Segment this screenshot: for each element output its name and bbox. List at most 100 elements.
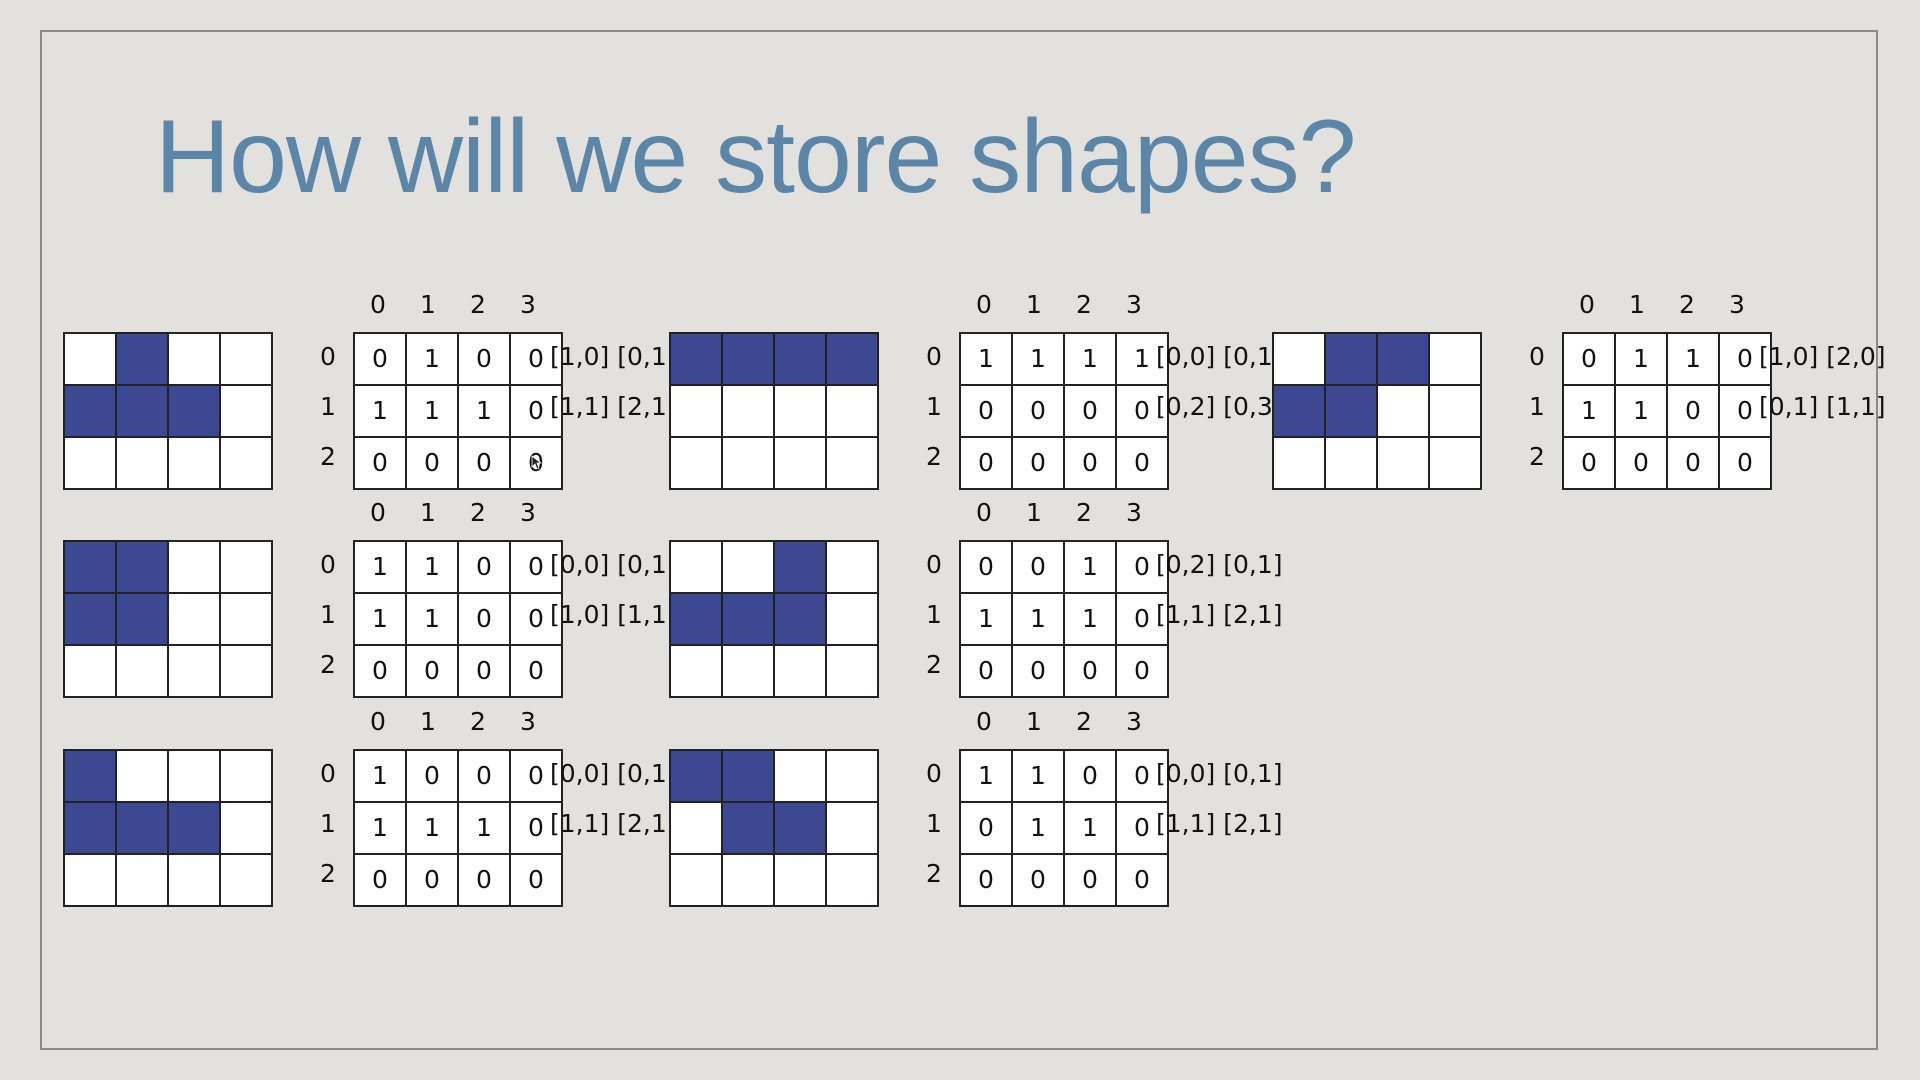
- column-label: 3: [1126, 498, 1142, 527]
- shape-grid-row: [63, 540, 273, 594]
- value-cell: 0: [1562, 332, 1616, 386]
- value-cell: 0: [1011, 644, 1065, 698]
- column-labels: 0 1 2 3: [353, 488, 553, 538]
- value-cell: 0: [1063, 644, 1117, 698]
- column-label: 1: [1026, 290, 1042, 319]
- value-cell: 1: [1011, 332, 1065, 386]
- shape-grid-row: [669, 384, 879, 438]
- filled-cell: [669, 332, 723, 386]
- coordinate-pair-line: [1,0] [2,0]: [1759, 342, 1886, 371]
- value-grid-row: 1100: [1562, 384, 1772, 438]
- value-cell: 0: [457, 540, 511, 594]
- empty-cell: [825, 436, 879, 490]
- column-label: 2: [1076, 707, 1092, 736]
- row-label: 1: [926, 600, 942, 629]
- value-cell: 1: [959, 332, 1013, 386]
- empty-cell: [167, 592, 221, 646]
- value-grid-row: 1000: [353, 749, 563, 803]
- filled-cell: [721, 592, 775, 646]
- filled-cell: [1324, 384, 1378, 438]
- filled-cell: [773, 592, 827, 646]
- value-cell: 1: [353, 540, 407, 594]
- value-cell: 1: [353, 592, 407, 646]
- empty-cell: [669, 853, 723, 907]
- shape-grid-row: [669, 801, 879, 855]
- row-label: 2: [926, 650, 942, 679]
- empty-cell: [63, 332, 117, 386]
- empty-cell: [219, 540, 273, 594]
- coordinate-list: [0,0] [0,1] [1,1] [2,1]: [1156, 749, 1282, 849]
- empty-cell: [115, 644, 169, 698]
- value-cell: 0: [353, 853, 407, 907]
- shape-grid: [669, 540, 879, 698]
- column-label: 3: [1126, 290, 1142, 319]
- empty-cell: [1272, 332, 1326, 386]
- filled-cell: [115, 801, 169, 855]
- column-label: 0: [370, 707, 386, 736]
- row-label: 0: [926, 342, 942, 371]
- column-label: 0: [1579, 290, 1595, 319]
- empty-cell: [825, 749, 879, 803]
- column-label: 3: [520, 707, 536, 736]
- row-label: 2: [926, 859, 942, 888]
- value-grid-row: 1100: [353, 592, 563, 646]
- column-label: 0: [976, 707, 992, 736]
- row-label: 0: [320, 342, 336, 371]
- row-label: 1: [1529, 392, 1545, 421]
- value-cell: 0: [1718, 436, 1772, 490]
- value-cell: 0: [1666, 436, 1720, 490]
- empty-cell: [721, 384, 775, 438]
- value-grid-row: 1100: [353, 540, 563, 594]
- value-cell: 0: [405, 749, 459, 803]
- empty-cell: [773, 644, 827, 698]
- filled-cell: [773, 540, 827, 594]
- value-cell: 0: [405, 436, 459, 490]
- shape-group: 0123012010011100000[1,0] [0,1][1,1] [2,1…: [40, 280, 676, 490]
- shape-grid-row: [669, 436, 879, 490]
- value-cell: 0: [1063, 853, 1117, 907]
- value-cell: 0: [1614, 436, 1668, 490]
- filled-cell: [721, 332, 775, 386]
- shape-group: 0 1 2 3 0 1 2 0 1 1 0 1 1 0 0 0 0 0 0 [1,0] [2,0] [0,1] [1,1…: [1249, 280, 1885, 490]
- value-grid-row: 0000: [959, 436, 1169, 490]
- row-label: 0: [1529, 342, 1545, 371]
- shape-grid: [669, 332, 879, 490]
- value-cell: 0: [959, 384, 1013, 438]
- value-cell: 0: [457, 436, 511, 490]
- value-grid: 100011100000: [353, 749, 563, 907]
- value-cell: 0: [405, 853, 459, 907]
- value-cell: 1: [1011, 801, 1065, 855]
- column-labels: 0 1 2 3: [959, 280, 1159, 330]
- filled-cell: [773, 332, 827, 386]
- value-cell: 0: [1666, 384, 1720, 438]
- value-cell: 1: [1063, 592, 1117, 646]
- value-cell: 1: [1666, 332, 1720, 386]
- value-cell: 1: [405, 332, 459, 386]
- value-cell: 1: [1063, 540, 1117, 594]
- empty-cell: [773, 853, 827, 907]
- value-cell: 0: [1063, 749, 1117, 803]
- value-cell: 0: [457, 332, 511, 386]
- value-cell: 1: [1063, 801, 1117, 855]
- shape-grid-row: [1272, 384, 1482, 438]
- shape-group: 0 1 2 3 0 1 2 1 1 0 0 0 1 1 0 0 0 0 0 [0,0] [0,1] [1,1] [2,1…: [646, 697, 1282, 907]
- row-labels: 0 1 2: [313, 540, 343, 690]
- shape-grid: [1272, 332, 1482, 490]
- value-cell: 0: [959, 436, 1013, 490]
- value-cell: 0: [457, 853, 511, 907]
- value-grid-row: 1110: [353, 384, 563, 438]
- value-cell: 0: [959, 540, 1013, 594]
- empty-cell: [115, 436, 169, 490]
- filled-cell: [115, 332, 169, 386]
- shape-grid-row: [669, 592, 879, 646]
- empty-cell: [825, 540, 879, 594]
- empty-cell: [219, 384, 273, 438]
- value-cell: 0: [353, 332, 407, 386]
- column-label: 1: [420, 498, 436, 527]
- value-cell: 0: [509, 853, 563, 907]
- shape-grid-row: [63, 332, 273, 386]
- row-labels: 0 1 2: [919, 332, 949, 482]
- value-cell: 1: [1562, 384, 1616, 438]
- empty-cell: [669, 540, 723, 594]
- column-label: 2: [470, 498, 486, 527]
